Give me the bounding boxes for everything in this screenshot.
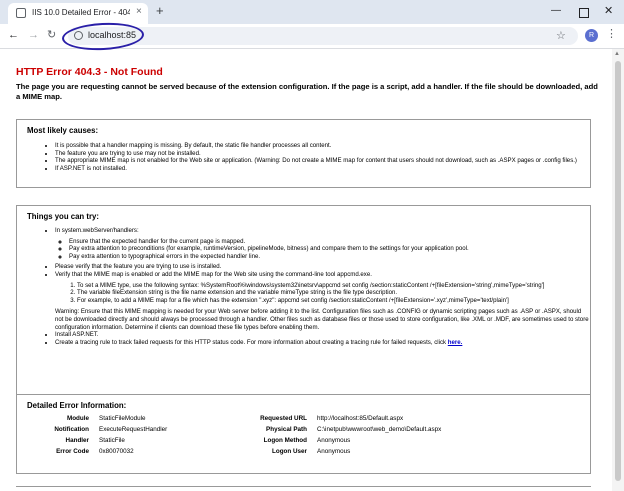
browser-tab[interactable]: IIS 10.0 Detailed Error - 404.3 - × [8, 3, 148, 24]
tab-close-icon[interactable]: × [136, 6, 142, 18]
minimize-window-icon[interactable]: — [551, 4, 561, 18]
detail-value: StaticFileModule [99, 415, 146, 422]
tracing-text: Create a tracing rule to track failed re… [55, 338, 448, 346]
list-item: Please verify that the feature you are t… [55, 263, 591, 271]
new-tab-button[interactable]: + [156, 4, 164, 18]
list-item: For example, to add a MIME map for a fil… [77, 297, 591, 305]
list-item: It is possible that a handler mapping is… [55, 142, 591, 150]
handlers-sublist: Ensure that the expected handler for the… [55, 238, 591, 261]
list-item: Pay extra attention to preconditions (fo… [69, 245, 591, 253]
table-row: Error Code 0x80070032 Logon User Anonymo… [27, 446, 577, 457]
table-row: Handler StaticFile Logon Method Anonymou… [27, 435, 577, 446]
detail-value: ExecuteRequestHandler [99, 426, 168, 433]
list-item: If ASP.NET is not installed. [55, 165, 591, 173]
causes-list: It is possible that a handler mapping is… [43, 142, 591, 172]
tab-strip: IIS 10.0 Detailed Error - 404.3 - × + — … [0, 0, 624, 24]
tracing-help-link[interactable]: here. [448, 339, 463, 346]
close-window-icon[interactable]: ✕ [604, 4, 613, 18]
error-details-table: Module StaticFileModule Requested URL ht… [27, 413, 577, 457]
list-item: In system.webServer/handlers: Ensure tha… [55, 227, 591, 260]
list-item: Install ASP.NET. [55, 331, 591, 339]
detail-key: Notification [54, 426, 89, 433]
star-icon[interactable]: ☆ [556, 29, 566, 42]
forward-arrow-icon[interactable]: → [28, 29, 39, 41]
address-bar[interactable]: localhost:85 [68, 27, 578, 45]
detail-value: Anonymous [317, 437, 351, 444]
error-summary: The page you are requesting cannot be se… [16, 82, 598, 101]
error-title: HTTP Error 404.3 - Not Found [16, 66, 163, 78]
detail-value: 0x80070032 [99, 448, 134, 455]
detail-value: http://localhost:85/Default.aspx [317, 415, 404, 422]
detail-key: Requested URL [260, 415, 307, 422]
detail-key: Error Code [56, 448, 89, 455]
table-row: Module StaticFileModule Requested URL ht… [27, 413, 577, 424]
back-arrow-icon[interactable]: ← [8, 29, 19, 41]
list-item: The appropriate MIME map is not enabled … [55, 157, 591, 165]
detail-key: Logon User [272, 448, 307, 455]
section-heading: Most likely causes: [27, 126, 99, 135]
list-item: Verify that the MIME map is enabled or a… [55, 271, 591, 331]
detail-key: Physical Path [266, 426, 307, 433]
mime-steps-list: To set a MIME type, use the following sy… [55, 282, 591, 305]
section-heading: Things you can try: [27, 212, 99, 221]
list-item-label: In system.webServer/handlers: [55, 227, 139, 234]
suggestions-list: In system.webServer/handlers: Ensure tha… [43, 227, 591, 346]
likely-causes-section: Most likely causes: It is possible that … [16, 119, 591, 188]
scrollbar-thumb[interactable] [615, 61, 621, 481]
page-favicon-icon [16, 8, 26, 18]
detail-key: Handler [65, 437, 89, 444]
mime-warning: Warning: Ensure that this MIME mapping i… [55, 308, 589, 331]
table-row: Notification ExecuteRequestHandler Physi… [27, 424, 577, 435]
section-heading: Detailed Error Information: [27, 401, 127, 410]
list-item: The variable fileExtension string is the… [77, 289, 591, 297]
list-item: The feature you are trying to use may no… [55, 150, 591, 158]
detailed-error-section: Detailed Error Information: Module Stati… [16, 394, 591, 474]
scroll-up-icon[interactable]: ▲ [614, 51, 620, 57]
detail-key: Logon Method [263, 437, 307, 444]
maximize-window-icon[interactable] [579, 8, 589, 18]
list-item: Create a tracing rule to track failed re… [55, 339, 591, 347]
list-item: To set a MIME type, use the following sy… [77, 282, 591, 290]
list-item-label: Verify that the MIME map is enabled or a… [55, 270, 372, 278]
reload-icon[interactable]: ↻ [47, 29, 56, 41]
detail-key: Module [66, 415, 89, 422]
vertical-scrollbar[interactable]: ▲ [612, 49, 624, 491]
detail-value: C:\inetpub\wwwroot\web_demo\Default.aspx [317, 426, 442, 433]
next-section-edge [16, 486, 591, 491]
kebab-menu-icon[interactable]: ⋮ [606, 28, 617, 40]
page-viewport: HTTP Error 404.3 - Not Found The page yo… [0, 49, 612, 491]
list-item: Pay extra attention to typographical err… [69, 253, 591, 261]
profile-avatar[interactable]: R [585, 29, 598, 42]
detail-value: Anonymous [317, 448, 351, 455]
list-item: Ensure that the expected handler for the… [69, 238, 591, 246]
tab-title: IIS 10.0 Detailed Error - 404.3 - [32, 8, 130, 17]
detail-value: StaticFile [99, 437, 125, 444]
